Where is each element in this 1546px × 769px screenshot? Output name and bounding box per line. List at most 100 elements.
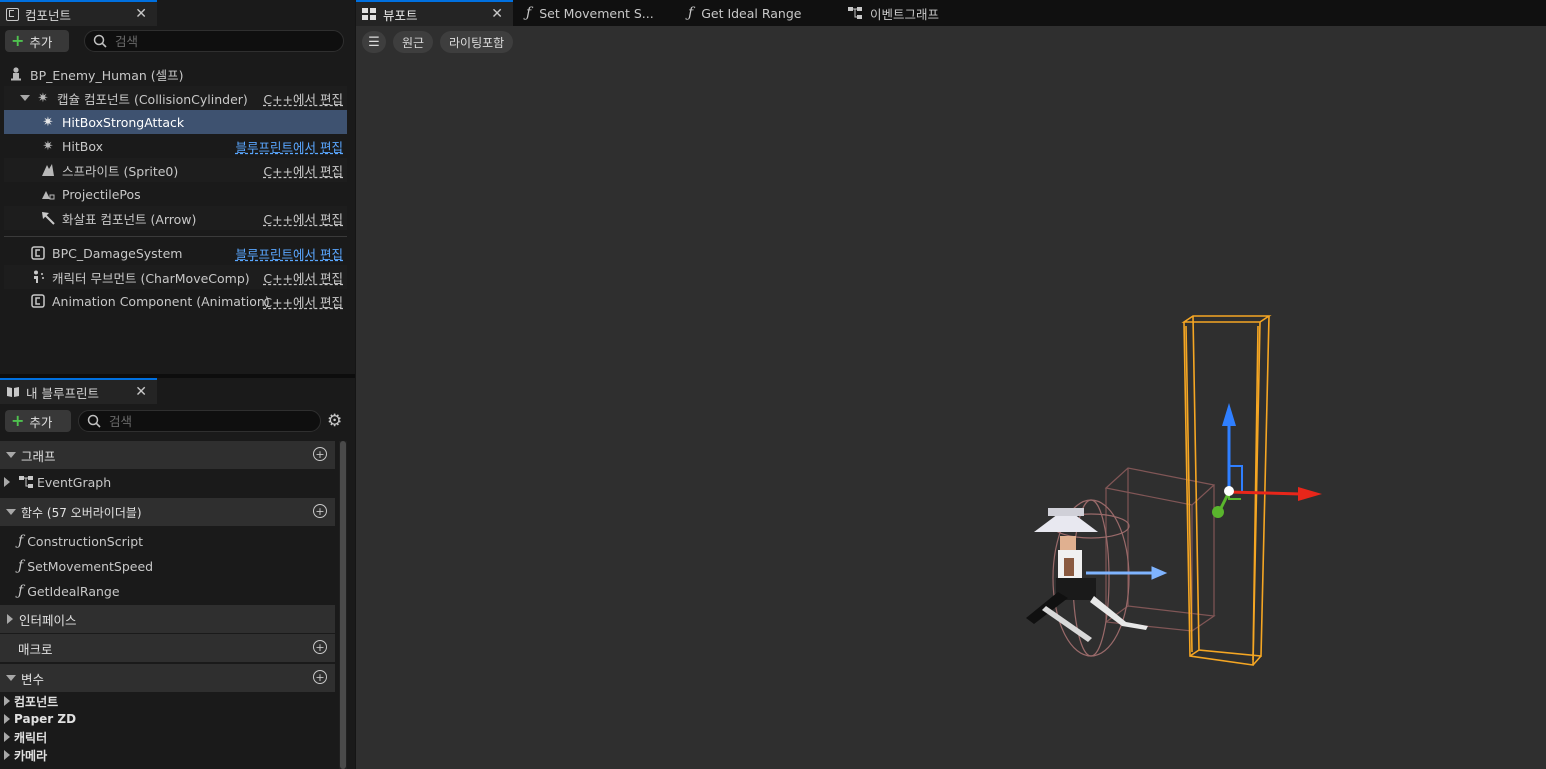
document-tab-bar: 뷰포트 ✕ ƒ Set Movement S... ƒ Get Ideal Ra… <box>356 0 1546 26</box>
edit-in-cpp-link[interactable]: C++에서 편집 <box>263 89 343 108</box>
component-label: 캐릭터 무브먼트 (CharMoveComp) <box>52 270 250 286</box>
tab-set-movement-speed[interactable]: ƒ Set Movement S... <box>524 0 674 26</box>
add-blueprint-item-button[interactable]: + 추가 <box>5 410 71 432</box>
component-label: BPC_DamageSystem <box>52 245 183 261</box>
add-circle-icon[interactable]: + <box>313 504 327 518</box>
expand-arrow-icon[interactable] <box>20 95 30 101</box>
list-item-function[interactable]: ƒ ConstructionScript <box>0 529 335 553</box>
component-row-char-move[interactable]: 캐릭터 무브먼트 (CharMoveComp) C++에서 편집 <box>4 265 347 289</box>
function-icon: ƒ <box>18 558 24 574</box>
function-icon: ƒ <box>18 533 24 549</box>
search-icon <box>87 414 101 428</box>
tab-label: 뷰포트 <box>383 7 418 23</box>
scrollbar-thumb[interactable] <box>340 441 346 769</box>
section-graphs-label: 그래프 <box>21 448 56 464</box>
section-macros[interactable]: 매크로 + <box>0 634 335 662</box>
function-icon: ƒ <box>18 583 24 599</box>
list-item-label: SetMovementSpeed <box>27 558 154 574</box>
close-icon[interactable]: ✕ <box>135 6 147 22</box>
component-row-arrow[interactable]: 화살표 컴포넌트 (Arrow) C++에서 편집 <box>4 206 347 230</box>
scrollbar-track[interactable] <box>339 441 347 769</box>
section-variables[interactable]: 변수 + <box>0 664 335 692</box>
collision-icon: ✷ <box>42 114 54 130</box>
viewport-3d[interactable]: ☰ 원근 라이팅포함 <box>356 26 1546 769</box>
blueprint-search-input[interactable] <box>107 412 311 430</box>
add-circle-icon[interactable]: + <box>313 640 327 654</box>
close-icon[interactable]: ✕ <box>135 384 147 400</box>
component-row-sprite[interactable]: 스프라이트 (Sprite0) C++에서 편집 <box>4 158 347 182</box>
tab-get-ideal-range[interactable]: ƒ Get Ideal Range <box>686 0 836 26</box>
expand-arrow-icon[interactable] <box>4 714 10 724</box>
section-graphs[interactable]: 그래프 + <box>0 441 335 469</box>
component-row-animation[interactable]: Animation Component (Animation) C++에서 편집 <box>4 289 347 313</box>
component-label: 캡슐 컴포넌트 (CollisionCylinder) <box>57 91 248 107</box>
book-icon <box>6 386 20 398</box>
section-interfaces-label: 인터페이스 <box>19 612 77 628</box>
variable-category[interactable]: 카메라 <box>0 746 47 764</box>
event-graph-icon <box>19 476 33 488</box>
expand-arrow-icon[interactable] <box>4 696 10 706</box>
component-row-self[interactable]: BP_Enemy_Human (셀프) <box>4 62 347 86</box>
add-circle-icon[interactable]: + <box>313 670 327 684</box>
components-tab-icon <box>6 7 19 21</box>
edit-in-cpp-link[interactable]: C++에서 편집 <box>263 292 343 311</box>
function-icon: ƒ <box>526 5 532 21</box>
viewport-icon <box>362 8 376 20</box>
component-row-capsule[interactable]: ✷ 캡슐 컴포넌트 (CollisionCylinder) C++에서 편집 <box>4 86 347 110</box>
tab-event-graph[interactable]: 이벤트그래프 <box>847 0 997 26</box>
blueprint-search-field[interactable] <box>78 410 321 432</box>
variable-category[interactable]: Paper ZD <box>0 710 76 728</box>
section-functions[interactable]: 함수 (57 오버라이더블) + <box>0 498 335 526</box>
list-item-eventgraph[interactable]: EventGraph <box>0 470 335 494</box>
tab-viewport[interactable]: 뷰포트 ✕ <box>356 0 513 26</box>
variable-category-label: Paper ZD <box>14 712 77 726</box>
tab-my-blueprint[interactable]: 내 블루프린트 ✕ <box>0 378 157 404</box>
variable-category-label: 컴포넌트 <box>14 694 59 709</box>
component-row-projectile-pos[interactable]: ProjectilePos <box>4 182 347 206</box>
close-icon[interactable]: ✕ <box>491 6 503 22</box>
component-search-input[interactable] <box>113 32 317 50</box>
expand-arrow-icon[interactable] <box>6 509 16 515</box>
tab-label: Get Ideal Range <box>701 5 802 21</box>
component-row-damage-system[interactable]: BPC_DamageSystem 블루프린트에서 편집 <box>4 241 347 265</box>
component-row-hitbox-strong-attack[interactable]: ✷ HitBoxStrongAttack <box>4 110 347 134</box>
variable-category[interactable]: 캐릭터 <box>0 728 47 746</box>
variable-category[interactable]: 컴포넌트 <box>0 692 58 710</box>
gear-icon[interactable]: ⚙ <box>327 411 342 431</box>
scene-component-icon <box>40 186 56 202</box>
list-item-function[interactable]: ƒ GetIdealRange <box>0 579 335 603</box>
list-item-label: EventGraph <box>37 474 112 490</box>
expand-arrow-icon[interactable] <box>7 614 13 624</box>
tab-components[interactable]: 컴포넌트 ✕ <box>0 0 157 26</box>
plus-icon: + <box>11 411 25 430</box>
sprite-icon <box>40 162 56 178</box>
left-column: 컴포넌트 ✕ + 추가 BP_Enemy_Human (셀프) ✷ 캡슐 컴포넌… <box>0 0 355 769</box>
edit-in-cpp-link[interactable]: C++에서 편집 <box>263 209 343 228</box>
list-item-function[interactable]: ƒ SetMovementSpeed <box>0 554 335 578</box>
add-circle-icon[interactable]: + <box>313 447 327 461</box>
tab-label: 이벤트그래프 <box>870 6 940 22</box>
facing-arrow <box>1086 566 1168 580</box>
movement-icon <box>30 269 46 285</box>
list-item-label: GetIdealRange <box>27 583 120 599</box>
expand-arrow-icon[interactable] <box>4 477 10 487</box>
section-interfaces[interactable]: 인터페이스 <box>0 605 335 633</box>
section-functions-label: 함수 (57 오버라이더블) <box>21 505 142 520</box>
component-search-field[interactable] <box>84 30 344 52</box>
add-component-label: 추가 <box>29 34 53 50</box>
component-label: HitBoxStrongAttack <box>62 114 185 130</box>
edit-in-blueprint-link[interactable]: 블루프린트에서 편집 <box>236 244 343 263</box>
edit-in-blueprint-link[interactable]: 블루프린트에서 편집 <box>236 137 343 156</box>
divider <box>4 236 347 237</box>
expand-arrow-icon[interactable] <box>6 452 16 458</box>
component-label: 스프라이트 (Sprite0) <box>62 163 179 179</box>
edit-in-cpp-link[interactable]: C++에서 편집 <box>263 268 343 287</box>
add-component-button[interactable]: + 추가 <box>5 30 69 52</box>
edit-in-cpp-link[interactable]: C++에서 편집 <box>263 161 343 180</box>
event-graph-icon <box>848 7 862 19</box>
expand-arrow-icon[interactable] <box>4 750 10 760</box>
expand-arrow-icon[interactable] <box>4 732 10 742</box>
tab-label: Set Movement S... <box>539 5 654 21</box>
component-row-hitbox[interactable]: ✷ HitBox 블루프린트에서 편집 <box>4 134 347 158</box>
expand-arrow-icon[interactable] <box>6 675 16 681</box>
